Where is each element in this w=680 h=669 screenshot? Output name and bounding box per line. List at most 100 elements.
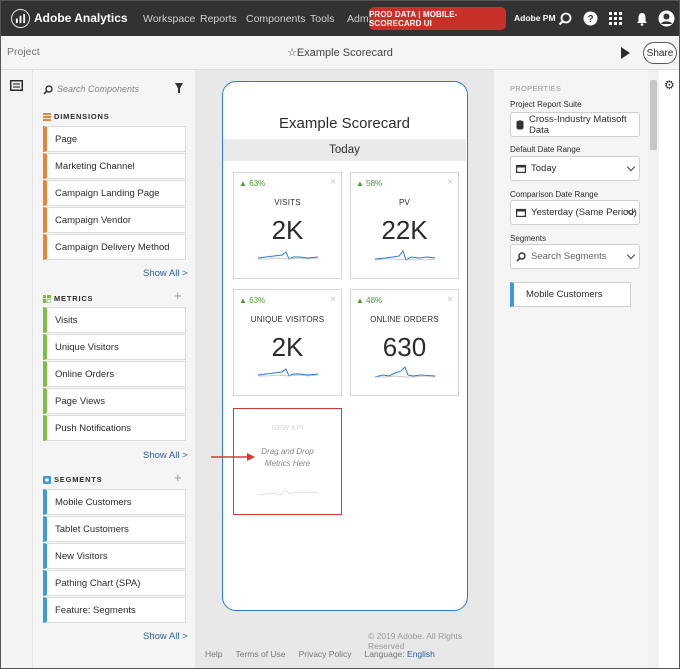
callout-arrow-icon bbox=[211, 453, 255, 461]
kpi-tile[interactable]: ▲ 58% × PV 22K bbox=[350, 172, 459, 279]
add-metric-icon[interactable]: + bbox=[174, 288, 182, 303]
segments-label: Segments bbox=[510, 234, 547, 243]
nav-components[interactable]: Components bbox=[246, 13, 306, 25]
privacy-link[interactable]: Privacy Policy bbox=[299, 649, 352, 659]
segment-item[interactable]: Pathing Chart (SPA) bbox=[43, 570, 186, 596]
kpi-tile[interactable]: ▲ 63% × UNIQUE VISITORS 2K bbox=[233, 289, 342, 396]
close-icon[interactable]: × bbox=[330, 294, 336, 305]
app-name[interactable]: Adobe Analytics bbox=[34, 11, 128, 25]
settings-column: ⚙ bbox=[659, 70, 679, 668]
nav-reports[interactable]: Reports bbox=[200, 13, 237, 25]
kpi-tile[interactable]: ▲ 48% × ONLINE ORDERS 630 bbox=[350, 289, 459, 396]
dimension-item[interactable]: Campaign Delivery Method bbox=[43, 234, 186, 260]
terms-link[interactable]: Terms of Use bbox=[235, 649, 285, 659]
metric-item[interactable]: Online Orders bbox=[43, 361, 186, 387]
segment-search-placeholder: Search Segments bbox=[531, 251, 607, 262]
share-button[interactable]: Share bbox=[643, 42, 677, 64]
adobe-analytics-logo-icon[interactable] bbox=[11, 9, 30, 28]
search-icon[interactable] bbox=[556, 10, 573, 27]
user-name[interactable]: Adobe PM bbox=[514, 13, 556, 23]
segments-show-all[interactable]: Show All > bbox=[143, 631, 188, 642]
comparison-date-select[interactable]: Yesterday (Same Period) bbox=[510, 200, 640, 225]
help-link[interactable]: Help bbox=[205, 649, 222, 659]
gear-icon[interactable]: ⚙ bbox=[664, 78, 675, 92]
bell-icon[interactable] bbox=[633, 10, 650, 27]
properties-scrollbar[interactable] bbox=[648, 70, 659, 668]
kpi-value: 22K bbox=[381, 215, 428, 245]
left-rail bbox=[1, 70, 33, 668]
database-icon bbox=[516, 119, 524, 130]
apps-grid-icon[interactable] bbox=[607, 10, 624, 27]
metric-item[interactable]: Push Notifications bbox=[43, 415, 186, 441]
nav-admin[interactable]: Admi bbox=[347, 13, 371, 25]
dimension-item[interactable]: Campaign Landing Page bbox=[43, 180, 186, 206]
report-suite-value: Cross-Industry Matisoft Data bbox=[529, 113, 627, 136]
metric-item[interactable]: Unique Visitors bbox=[43, 334, 186, 360]
segment-item[interactable]: Tablet Customers bbox=[43, 516, 186, 542]
dimensions-heading: DIMENSIONS bbox=[43, 112, 110, 121]
close-icon[interactable]: × bbox=[330, 177, 336, 188]
copyright: © 2019 Adobe. All Rights Reserved bbox=[368, 631, 463, 651]
kpi-label: VISITS bbox=[274, 198, 301, 207]
metric-icon bbox=[43, 294, 51, 303]
filter-icon[interactable] bbox=[175, 83, 183, 93]
dimensions-show-all[interactable]: Show All > bbox=[143, 268, 188, 279]
scorecard-title[interactable]: Example Scorecard bbox=[223, 115, 466, 132]
report-suite-select[interactable]: Cross-Industry Matisoft Data bbox=[510, 112, 640, 137]
kpi-change: ▲ 48% bbox=[356, 296, 383, 305]
panels-icon[interactable] bbox=[10, 80, 23, 91]
comparison-date-label: Comparison Date Range bbox=[510, 190, 599, 199]
kpi-tile[interactable]: ▲ 63% × VISITS 2K bbox=[233, 172, 342, 279]
metric-item[interactable]: Page Views bbox=[43, 388, 186, 414]
sparkline-icon bbox=[258, 368, 318, 377]
calendar-icon bbox=[516, 208, 526, 217]
scorecard-date-range[interactable]: Today bbox=[223, 139, 466, 161]
properties-heading: PROPERTIES bbox=[510, 84, 562, 93]
close-icon[interactable]: × bbox=[447, 177, 453, 188]
component-search-placeholder: Search Components bbox=[57, 84, 140, 94]
play-icon[interactable] bbox=[621, 47, 630, 59]
segment-item[interactable]: Feature: Segments bbox=[43, 597, 186, 623]
scrollbar-thumb[interactable] bbox=[650, 80, 657, 150]
sparkline-icon bbox=[375, 366, 435, 378]
nav-workspace[interactable]: Workspace bbox=[143, 13, 195, 25]
kpi-label: UNIQUE VISITORS bbox=[250, 315, 325, 324]
default-date-select[interactable]: Today bbox=[510, 156, 640, 181]
sparkline-icon bbox=[375, 249, 435, 261]
dimension-item[interactable]: Campaign Vendor bbox=[43, 207, 186, 233]
metric-item[interactable]: Visits bbox=[43, 307, 186, 333]
kpi-change: ▲ 58% bbox=[356, 179, 383, 188]
segment-icon bbox=[43, 475, 51, 484]
segments-heading: SEGMENTS bbox=[43, 475, 103, 484]
kpi-value: 630 bbox=[382, 332, 427, 362]
components-panel: Search Components DIMENSIONS Page Market… bbox=[33, 70, 195, 668]
project-title[interactable]: ☆Example Scorecard bbox=[1, 46, 679, 59]
component-search[interactable]: Search Components bbox=[43, 83, 186, 97]
dimension-item[interactable]: Page bbox=[43, 126, 186, 152]
top-navigation: Adobe Analytics Workspace Reports Compon… bbox=[1, 1, 679, 36]
search-icon bbox=[43, 85, 53, 95]
metrics-show-all[interactable]: Show All > bbox=[143, 450, 188, 461]
nav-tools[interactable]: Tools bbox=[310, 13, 335, 25]
new-kpi-title: NEW KPI bbox=[271, 423, 304, 432]
kpi-value: 2K bbox=[271, 215, 304, 245]
dimension-icon bbox=[43, 112, 51, 121]
close-icon[interactable]: × bbox=[447, 294, 453, 305]
workspace-canvas: Example Scorecard Today ▲ 63% × VISITS 2… bbox=[195, 70, 494, 668]
help-icon[interactable]: ? bbox=[582, 10, 599, 27]
footer-links: Help Terms of Use Privacy Policy Languag… bbox=[205, 649, 435, 659]
chevron-down-icon bbox=[626, 250, 636, 260]
applied-segment[interactable]: Mobile Customers bbox=[510, 282, 631, 307]
kpi-change: ▲ 63% bbox=[239, 296, 266, 305]
add-segment-icon[interactable]: + bbox=[174, 470, 182, 485]
default-date-value: Today bbox=[531, 163, 557, 174]
segment-search-input[interactable]: Search Segments bbox=[510, 244, 640, 269]
dimension-item[interactable]: Marketing Channel bbox=[43, 153, 186, 179]
avatar-icon[interactable] bbox=[658, 10, 675, 27]
segment-item[interactable]: New Visitors bbox=[43, 543, 186, 569]
chevron-down-icon bbox=[626, 162, 636, 172]
sparkline-icon bbox=[258, 251, 318, 260]
calendar-icon bbox=[516, 164, 526, 173]
language-selector[interactable]: Language: English bbox=[364, 649, 434, 659]
segment-item[interactable]: Mobile Customers bbox=[43, 489, 186, 515]
